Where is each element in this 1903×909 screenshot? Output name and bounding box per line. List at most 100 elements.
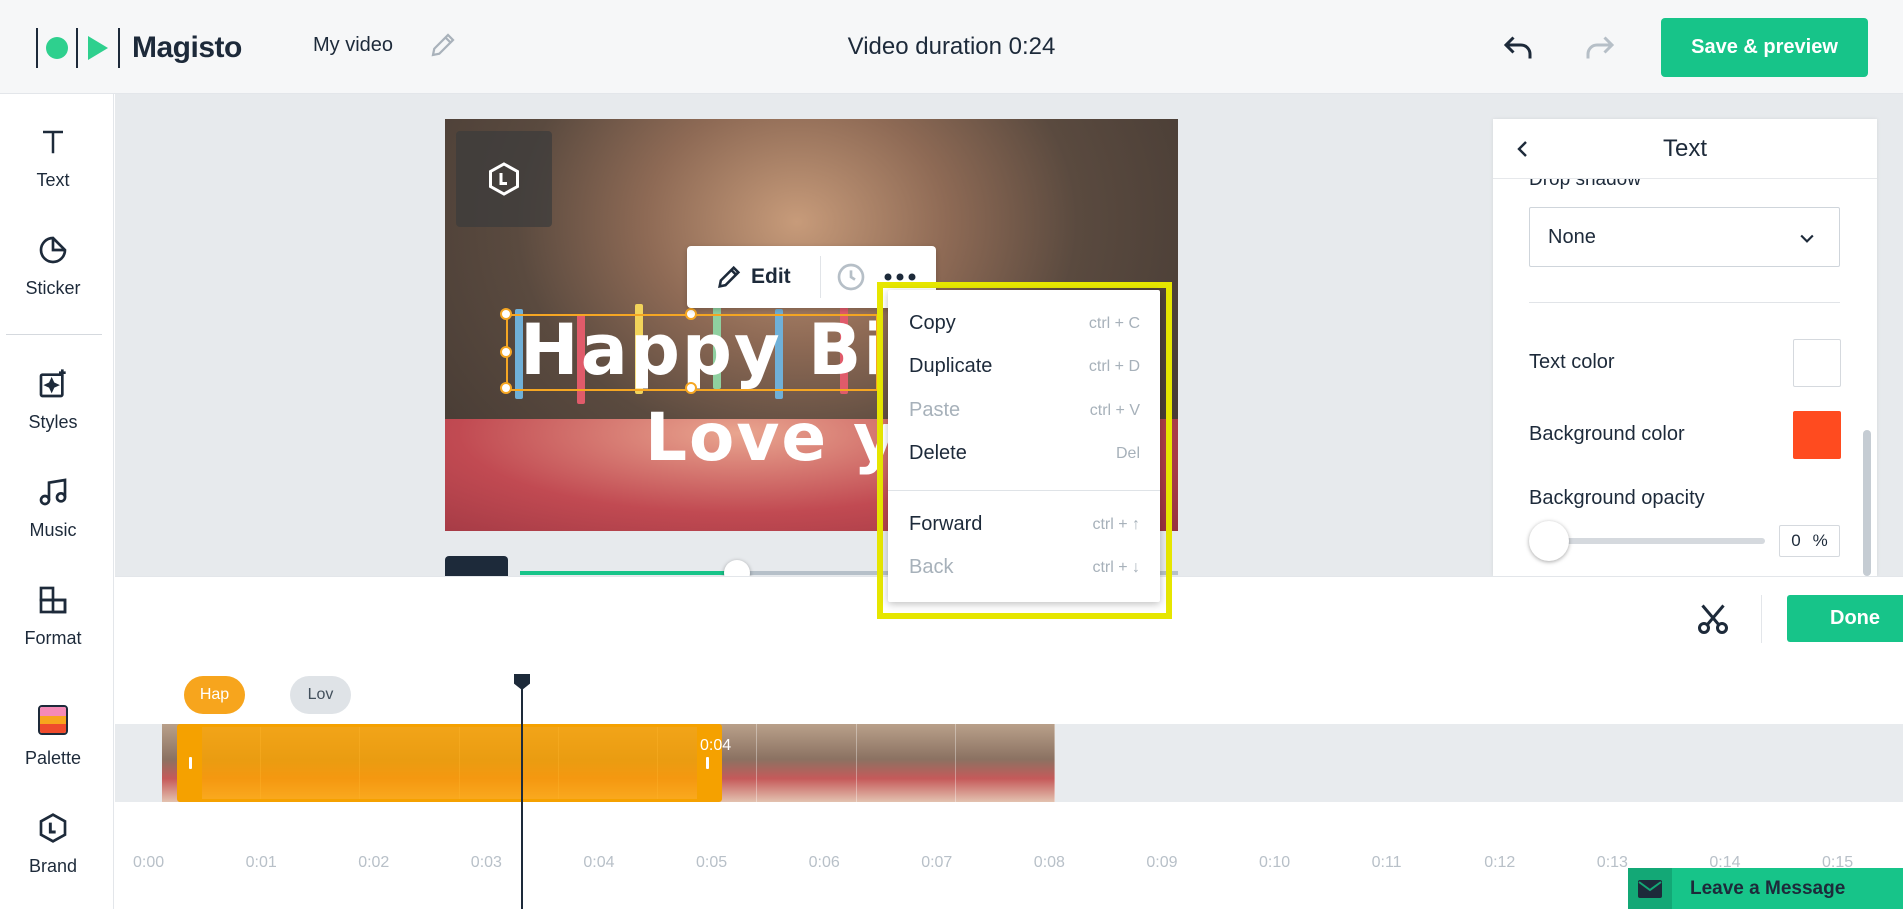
sidebar-item-sticker[interactable]: Sticker xyxy=(0,232,106,299)
logo-bar xyxy=(36,28,38,68)
video-text-line-2[interactable]: Love y xyxy=(645,399,898,476)
clip-trim-handle-left[interactable] xyxy=(180,727,202,799)
done-button[interactable]: Done xyxy=(1787,595,1903,642)
ruler-tick-label: 0:05 xyxy=(696,854,728,871)
sidebar-item-label: Text xyxy=(36,170,70,190)
sidebar-divider xyxy=(6,334,102,335)
text-marker-lov[interactable]: Lov xyxy=(290,676,351,714)
panel-scrollbar[interactable] xyxy=(1863,430,1871,576)
ruler-tick-label: 0:03 xyxy=(470,854,502,871)
playhead-line[interactable] xyxy=(521,674,523,909)
resize-handle[interactable] xyxy=(685,382,697,394)
ruler-tick-label: 0:02 xyxy=(358,854,390,871)
ruler-tick-label: 0:11 xyxy=(1371,854,1402,871)
ruler-tick-label: 0:04 xyxy=(583,854,615,871)
panel-header: Text xyxy=(1493,119,1877,179)
menu-item-label: Duplicate xyxy=(909,355,993,377)
text-selection-box[interactable] xyxy=(500,308,878,394)
panel-divider xyxy=(1529,302,1840,303)
brand-icon xyxy=(35,810,71,846)
leave-message-button[interactable]: Leave a Message xyxy=(1628,868,1903,909)
video-title[interactable]: My video xyxy=(313,34,393,57)
logo-bar xyxy=(76,28,78,68)
brand-icon xyxy=(489,162,519,196)
resize-handle[interactable] xyxy=(685,308,697,320)
left-sidebar: Text Sticker Styles Music Format Palette xyxy=(0,94,114,909)
sidebar-item-label: Brand xyxy=(28,856,78,876)
menu-item-paste[interactable]: Paste ctrl + V xyxy=(888,391,1160,431)
scissors-icon[interactable] xyxy=(1695,601,1731,637)
resize-handle[interactable] xyxy=(500,382,512,394)
redo-icon[interactable] xyxy=(1582,30,1618,66)
leave-message-label: Leave a Message xyxy=(1690,877,1846,899)
menu-divider xyxy=(888,490,1160,491)
menu-item-shortcut: Del xyxy=(1115,445,1140,462)
sidebar-item-music[interactable]: Music xyxy=(0,474,106,541)
sidebar-item-format[interactable]: Format xyxy=(0,582,106,649)
context-menu: Copy ctrl + C Duplicate ctrl + D Paste c… xyxy=(888,290,1160,602)
sidebar-item-label: Palette xyxy=(24,748,82,768)
clock-icon[interactable] xyxy=(835,261,867,293)
opacity-value: 0 xyxy=(1791,531,1801,550)
menu-item-shortcut: ctrl + ↓ xyxy=(1092,559,1140,576)
menu-item-back[interactable]: Back ctrl + ↓ xyxy=(888,548,1160,588)
menu-item-shortcut: ctrl + V xyxy=(1089,402,1140,419)
menu-item-label: Back xyxy=(909,556,954,578)
rename-pencil-icon[interactable] xyxy=(428,30,458,60)
back-chevron-icon[interactable] xyxy=(1511,137,1535,161)
ruler-tick-label: 0:12 xyxy=(1484,854,1516,871)
background-color-swatch[interactable] xyxy=(1793,411,1841,459)
format-icon xyxy=(35,582,71,618)
text-color-swatch[interactable] xyxy=(1793,339,1841,387)
brand-logo-placeholder[interactable] xyxy=(456,131,552,227)
clip-duration: 0:04 xyxy=(700,737,732,754)
menu-item-label: Delete xyxy=(909,442,967,464)
playhead-handle[interactable] xyxy=(514,674,530,690)
text-icon xyxy=(35,124,71,160)
edit-text-button[interactable]: Edit xyxy=(715,260,791,294)
sidebar-item-label: Styles xyxy=(28,412,78,432)
ruler-tick-label: 0:00 xyxy=(133,854,165,871)
top-header: Magisto My video Video duration 0:24 Sav… xyxy=(0,0,1903,94)
menu-item-shortcut: ctrl + D xyxy=(1088,358,1140,375)
clip-thumbnail xyxy=(757,724,857,802)
resize-handle[interactable] xyxy=(500,308,512,320)
toolbar-divider xyxy=(1761,595,1762,643)
menu-item-copy[interactable]: Copy ctrl + C xyxy=(888,304,1160,344)
panel-title: Text xyxy=(1662,134,1707,162)
opacity-slider-knob[interactable] xyxy=(1529,521,1569,561)
menu-item-shortcut: ctrl + ↑ xyxy=(1092,516,1140,533)
sidebar-item-label: Format xyxy=(24,628,82,648)
selected-text-clip[interactable]: 0:04 xyxy=(177,724,731,802)
menu-item-delete[interactable]: Delete Del xyxy=(888,434,1160,474)
ruler-tick-label: 0:09 xyxy=(1146,854,1178,871)
save-preview-button[interactable]: Save & preview xyxy=(1661,18,1868,77)
ruler-tick-label: 0:13 xyxy=(1596,854,1628,871)
menu-item-label: Forward xyxy=(909,513,983,535)
sidebar-item-styles[interactable]: Styles xyxy=(0,366,106,433)
percent-sign: % xyxy=(1812,531,1828,550)
resize-handle[interactable] xyxy=(500,346,512,358)
clip-thumbnail xyxy=(856,724,956,802)
drop-shadow-value: None xyxy=(1548,225,1596,248)
ruler-tick-label: 0:08 xyxy=(1033,854,1065,871)
grip-icon xyxy=(189,757,192,769)
menu-item-forward[interactable]: Forward ctrl + ↑ xyxy=(888,505,1160,545)
sidebar-item-text[interactable]: Text xyxy=(0,124,106,191)
sidebar-item-palette[interactable]: Palette xyxy=(0,702,106,769)
styles-icon xyxy=(35,366,71,402)
sidebar-item-label: Sticker xyxy=(25,278,81,298)
opacity-input[interactable]: 0 % xyxy=(1779,525,1840,557)
grip-icon xyxy=(706,757,709,769)
more-options-icon[interactable] xyxy=(883,272,917,282)
ruler-tick-label: 0:10 xyxy=(1259,854,1291,871)
drop-shadow-select[interactable]: None xyxy=(1529,207,1840,267)
text-marker-hap[interactable]: Hap xyxy=(184,676,245,714)
sidebar-item-brand[interactable]: Brand xyxy=(0,810,106,877)
pencil-icon xyxy=(718,265,741,288)
menu-item-duplicate[interactable]: Duplicate ctrl + D xyxy=(888,347,1160,387)
undo-icon[interactable] xyxy=(1500,30,1536,66)
logo-bar xyxy=(118,28,120,68)
menu-item-label: Copy xyxy=(909,312,956,334)
magisto-logo[interactable]: Magisto xyxy=(36,28,242,68)
